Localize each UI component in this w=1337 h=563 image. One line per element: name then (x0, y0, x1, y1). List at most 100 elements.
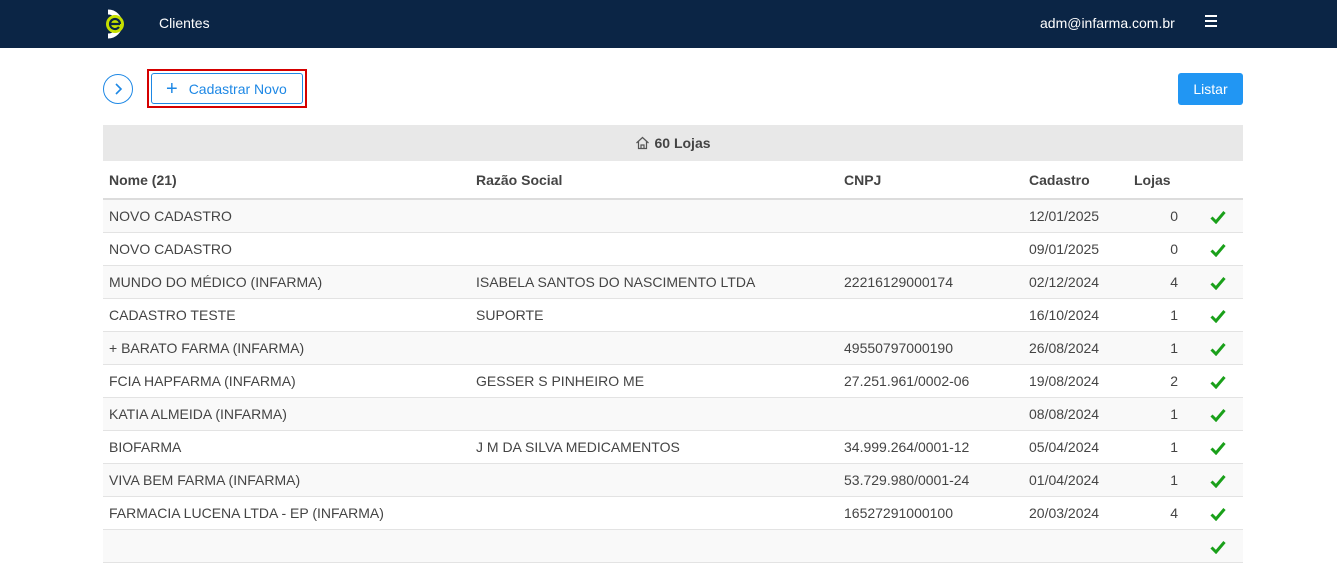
cell-cnpj: 27.251.961/0002-06 (838, 364, 1023, 398)
table-row[interactable]: NOVO CADASTRO 09/01/2025 0 (103, 232, 1243, 266)
table-row[interactable]: NOVO CADASTRO 12/01/2025 0 (103, 199, 1243, 233)
col-header-razao-social[interactable]: Razão Social (470, 162, 838, 200)
cell-cnpj: 53.729.980/0001-24 (838, 463, 1023, 497)
cell-nome[interactable]: BIOFARMA (103, 430, 470, 464)
check-icon (1209, 508, 1226, 522)
cell-cnpj: 34.999.264/0001-12 (838, 430, 1023, 464)
check-icon (1209, 244, 1226, 258)
table-row[interactable]: BIOFARMA J M DA SILVA MEDICAMENTOS 34.999.… (103, 430, 1243, 464)
cell-razao-social: ISABELA SANTOS DO NASCIMENTO LTDA (470, 265, 838, 299)
cell-razao-social (470, 529, 838, 563)
cell-cnpj (838, 232, 1023, 266)
cell-nome[interactable]: NOVO CADASTRO (103, 232, 470, 266)
cell-cadastro: 08/08/2024 (1023, 397, 1128, 431)
col-header-nome[interactable]: Nome (21) (103, 162, 470, 200)
cell-cnpj: 22216129000174 (838, 265, 1023, 299)
cell-nome[interactable]: FARMACIA LUCENA LTDA - EP (INFARMA) (103, 496, 470, 530)
col-header-cnpj[interactable]: CNPJ (838, 162, 1023, 200)
cell-status[interactable] (1192, 298, 1243, 332)
table-row[interactable]: + BARATO FARMA (INFARMA) 49550797000190 26… (103, 331, 1243, 365)
cell-lojas: 2 (1128, 364, 1192, 398)
table-row[interactable] (103, 529, 1243, 563)
cell-razao-social (470, 199, 838, 233)
cell-cnpj (838, 529, 1023, 563)
cell-status[interactable] (1192, 529, 1243, 563)
chevron-right-icon (115, 83, 123, 95)
infarma-logo[interactable] (102, 8, 130, 40)
stores-summary-bar: 60 Lojas (103, 125, 1243, 161)
cell-nome[interactable]: MUNDO DO MÉDICO (INFARMA) (103, 265, 470, 299)
cell-nome[interactable]: FCIA HAPFARMA (INFARMA) (103, 364, 470, 398)
cell-lojas: 1 (1128, 298, 1192, 332)
cell-lojas: 4 (1128, 265, 1192, 299)
nav-clientes-link[interactable]: Clientes (159, 15, 210, 31)
cell-lojas: 1 (1128, 397, 1192, 431)
table-row[interactable]: VIVA BEM FARMA (INFARMA) 53.729.980/0001-… (103, 463, 1243, 497)
cell-lojas: 1 (1128, 430, 1192, 464)
col-header-cadastro[interactable]: Cadastro (1023, 162, 1128, 200)
cell-razao-social (470, 496, 838, 530)
cell-cadastro: 02/12/2024 (1023, 265, 1128, 299)
cell-lojas: 1 (1128, 331, 1192, 365)
check-icon (1209, 376, 1226, 390)
cell-nome[interactable] (103, 529, 470, 563)
cell-status[interactable] (1192, 232, 1243, 266)
cadastrar-novo-label: Cadastrar Novo (188, 80, 287, 97)
cell-razao-social: J M DA SILVA MEDICAMENTOS (470, 430, 838, 464)
plus-icon: + (166, 77, 178, 100)
check-icon (1209, 409, 1226, 423)
col-header-status (1192, 162, 1243, 200)
cell-status[interactable] (1192, 364, 1243, 398)
cell-status[interactable] (1192, 496, 1243, 530)
cell-cnpj (838, 199, 1023, 233)
cell-nome[interactable]: + BARATO FARMA (INFARMA) (103, 331, 470, 365)
cell-razao-social (470, 397, 838, 431)
cadastrar-novo-button[interactable]: + Cadastrar Novo (151, 73, 303, 104)
table-row[interactable]: FCIA HAPFARMA (INFARMA) GESSER S PINHEIRO… (103, 364, 1243, 398)
cell-lojas: 0 (1128, 199, 1192, 233)
table-header-row: Nome (21) Razão Social CNPJ Cadastro Loj… (103, 162, 1243, 200)
cell-nome[interactable]: NOVO CADASTRO (103, 199, 470, 233)
check-icon (1209, 277, 1226, 291)
check-icon (1209, 343, 1226, 357)
table-row[interactable]: FARMACIA LUCENA LTDA - EP (INFARMA) 16527… (103, 496, 1243, 530)
table-row[interactable]: KATIA ALMEIDA (INFARMA) 08/08/2024 1 (103, 397, 1243, 431)
cell-status[interactable] (1192, 265, 1243, 299)
cell-cadastro: 12/01/2025 (1023, 199, 1128, 233)
cell-lojas: 1 (1128, 463, 1192, 497)
check-icon (1209, 475, 1226, 489)
cell-status[interactable] (1192, 199, 1243, 233)
home-icon (636, 136, 650, 150)
cell-cadastro: 19/08/2024 (1023, 364, 1128, 398)
cell-nome[interactable]: CADASTRO TESTE (103, 298, 470, 332)
hamburger-icon[interactable] (1205, 15, 1217, 27)
cell-lojas: 4 (1128, 496, 1192, 530)
check-icon (1209, 310, 1226, 324)
cell-nome[interactable]: KATIA ALMEIDA (INFARMA) (103, 397, 470, 431)
col-header-lojas[interactable]: Lojas (1128, 162, 1192, 200)
table-row[interactable]: CADASTRO TESTE SUPORTE 16/10/2024 1 (103, 298, 1243, 332)
cell-razao-social: SUPORTE (470, 298, 838, 332)
listar-button[interactable]: Listar (1178, 73, 1243, 105)
table-row[interactable]: MUNDO DO MÉDICO (INFARMA) ISABELA SANTOS … (103, 265, 1243, 299)
cell-lojas (1128, 529, 1192, 563)
check-icon (1209, 541, 1226, 555)
user-email-link[interactable]: adm@infarma.com.br (1040, 15, 1175, 31)
cell-razao-social (470, 463, 838, 497)
cell-razao-social (470, 331, 838, 365)
cell-cadastro: 16/10/2024 (1023, 298, 1128, 332)
top-navbar: Clientes adm@infarma.com.br (0, 0, 1337, 48)
cell-cnpj (838, 397, 1023, 431)
cell-status[interactable] (1192, 397, 1243, 431)
cell-cnpj: 16527291000100 (838, 496, 1023, 530)
cell-status[interactable] (1192, 331, 1243, 365)
cell-status[interactable] (1192, 463, 1243, 497)
cell-cnpj (838, 298, 1023, 332)
cell-status[interactable] (1192, 430, 1243, 464)
expand-filters-button[interactable] (103, 74, 133, 104)
stores-count-label: 60 Lojas (654, 135, 711, 151)
cell-cadastro: 20/03/2024 (1023, 496, 1128, 530)
cell-nome[interactable]: VIVA BEM FARMA (INFARMA) (103, 463, 470, 497)
cell-cadastro: 01/04/2024 (1023, 463, 1128, 497)
cell-cadastro: 09/01/2025 (1023, 232, 1128, 266)
